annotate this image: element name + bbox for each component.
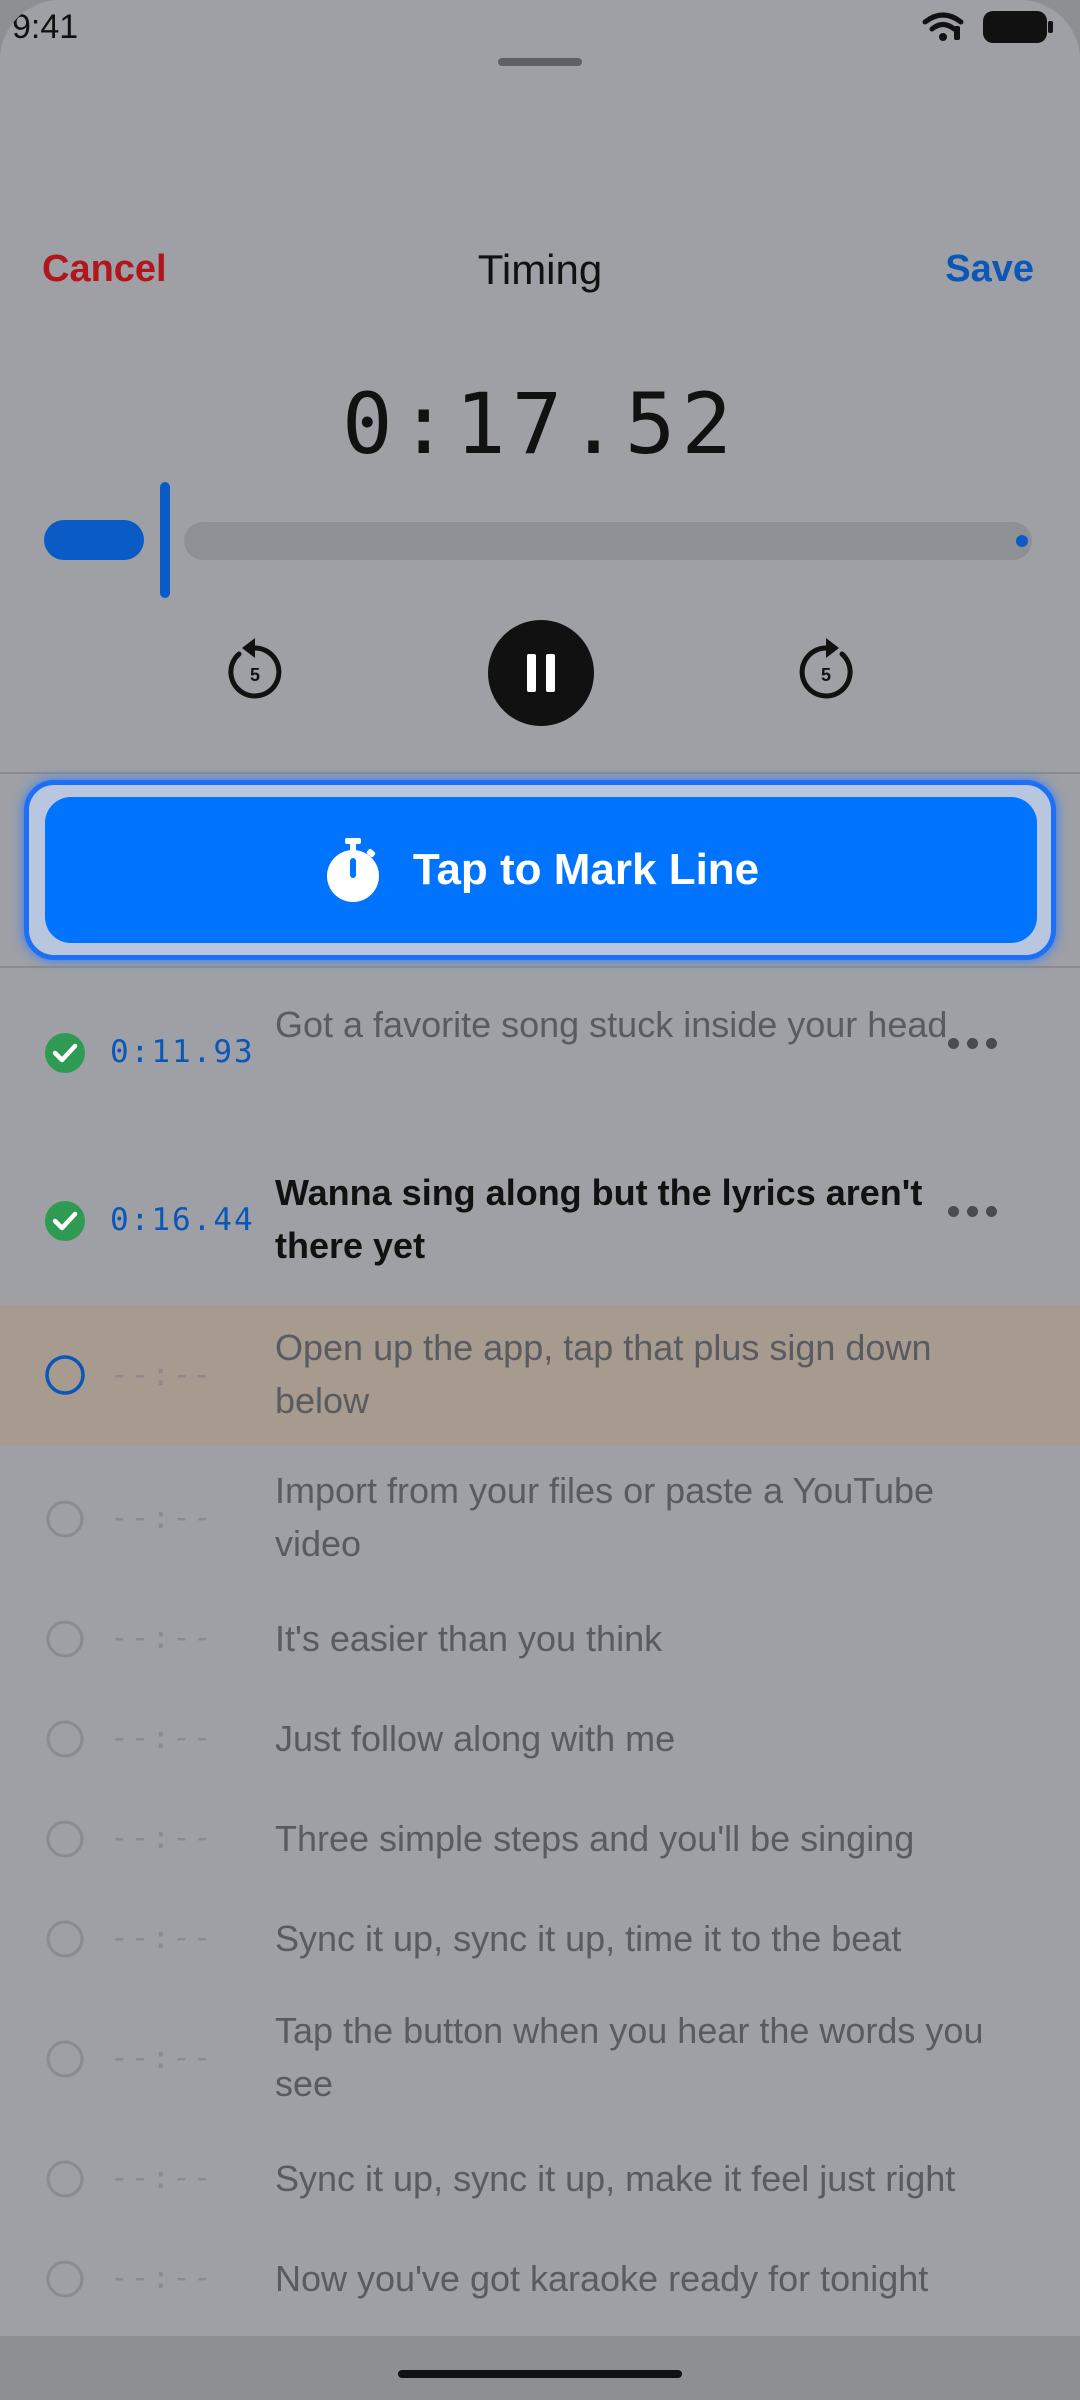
line-timestamp: --:-- xyxy=(110,2160,214,2196)
empty-circle-icon xyxy=(46,1500,84,1538)
pause-button[interactable] xyxy=(488,620,594,726)
screen: 9:41 Timing Cancel Save 0:17.52 5 5 Tap … xyxy=(0,0,1080,2400)
status-icons xyxy=(922,10,1054,44)
lyric-row[interactable]: --:-- Import from your files or paste a … xyxy=(0,1460,1080,1580)
home-indicator[interactable] xyxy=(398,2370,682,2378)
rewind-5-icon: 5 xyxy=(228,638,282,699)
line-timestamp: --:-- xyxy=(110,1920,214,1956)
checkmark-circle-icon xyxy=(45,1201,85,1241)
line-text: Sync it up, sync it up, time it to the b… xyxy=(275,1918,902,1959)
status-time: 9:41 xyxy=(12,8,79,46)
lyric-row[interactable]: --:-- Sync it up, sync it up, time it to… xyxy=(0,1910,1080,1970)
empty-circle-icon xyxy=(46,2040,84,2078)
line-text: Sync it up, sync it up, make it feel jus… xyxy=(275,2158,956,2199)
lyric-row[interactable]: 0:16.44 Wanna sing along but the lyrics … xyxy=(0,1158,1080,1283)
empty-circle-icon xyxy=(46,1720,84,1758)
scrubber-progress xyxy=(44,520,144,560)
line-timestamp: --:-- xyxy=(110,1357,214,1393)
lyric-row[interactable]: --:-- Sync it up, sync it up, make it fe… xyxy=(0,2150,1080,2210)
nav-bar: Timing Cancel Save xyxy=(0,240,1080,310)
stopwatch-icon xyxy=(326,838,379,902)
line-timestamp: --:-- xyxy=(110,1820,214,1856)
svg-text:5: 5 xyxy=(250,665,260,685)
lyric-row[interactable]: --:-- Now you've got karaoke ready for t… xyxy=(0,2250,1080,2310)
mark-line-label: Tap to Mark Line xyxy=(412,845,760,894)
line-text: Just follow along with me xyxy=(275,1718,676,1759)
save-button[interactable]: Save xyxy=(945,248,1034,291)
scrubber-track[interactable] xyxy=(184,522,1032,560)
empty-circle-icon xyxy=(46,2160,84,2198)
lyric-row[interactable]: 0:11.93 Got a favorite song stuck inside… xyxy=(0,990,1080,1115)
line-text: Got a favorite song stuck inside your he… xyxy=(275,1004,948,1045)
empty-circle-icon xyxy=(46,1620,84,1658)
empty-circle-icon xyxy=(46,1920,84,1958)
lyric-row[interactable]: --:-- It's easier than you think xyxy=(0,1610,1080,1670)
line-text: Import from your files or paste a YouTub… xyxy=(275,1470,935,1564)
divider-bottom xyxy=(0,966,1080,968)
mark-line-focus-ring: Tap to Mark Line xyxy=(24,780,1056,960)
line-text: It's easier than you think xyxy=(275,1618,663,1659)
svg-text:5: 5 xyxy=(821,665,831,685)
line-text: Tap the button when you hear the words y… xyxy=(275,2010,984,2104)
cancel-button[interactable]: Cancel xyxy=(42,248,167,291)
sheet-grabber[interactable] xyxy=(498,58,582,66)
wifi-icon xyxy=(922,12,964,41)
skip-back-button[interactable]: 5 xyxy=(215,632,295,712)
status-bar: 9:41 xyxy=(0,0,1080,60)
line-timestamp: --:-- xyxy=(110,1620,214,1656)
empty-circle-icon xyxy=(46,1820,84,1858)
home-area xyxy=(0,2336,1080,2400)
scrubber-playhead[interactable] xyxy=(160,482,170,598)
playback-controls: 5 5 xyxy=(0,620,1080,740)
line-timestamp: --:-- xyxy=(110,2260,214,2296)
mark-line-button[interactable]: Tap to Mark Line xyxy=(45,797,1037,943)
elapsed-time: 0:17.52 xyxy=(341,375,738,473)
line-timestamp: 0:16.44 xyxy=(110,1202,255,1238)
scrubber[interactable] xyxy=(44,480,1036,600)
checkmark-circle-icon xyxy=(45,1033,85,1073)
more-icon[interactable] xyxy=(948,1033,1008,1053)
forward-5-icon: 5 xyxy=(799,638,853,699)
line-timestamp: --:-- xyxy=(110,2040,214,2076)
line-text: Now you've got karaoke ready for tonight xyxy=(275,2258,929,2299)
line-text: Three simple steps and you'll be singing xyxy=(275,1818,915,1859)
empty-circle-icon xyxy=(46,2260,84,2298)
lyric-row[interactable]: --:-- Just follow along with me xyxy=(0,1710,1080,1770)
line-text: Open up the app, tap that plus sign down… xyxy=(275,1327,932,1421)
line-timestamp: 0:11.93 xyxy=(110,1034,255,1070)
line-timestamp: --:-- xyxy=(110,1500,214,1536)
lyric-row-current[interactable]: --:-- Open up the app, tap that plus sig… xyxy=(0,1305,1080,1445)
more-icon[interactable] xyxy=(948,1201,1008,1221)
divider-top xyxy=(0,772,1080,774)
scrubber-end-marker xyxy=(1016,535,1028,547)
empty-circle-icon xyxy=(45,1355,85,1395)
battery-icon xyxy=(983,11,1053,43)
line-timestamp: --:-- xyxy=(110,1720,214,1756)
lyric-row[interactable]: --:-- Tap the button when you hear the w… xyxy=(0,2000,1080,2120)
lyric-row[interactable]: --:-- Three simple steps and you'll be s… xyxy=(0,1810,1080,1870)
pause-icon xyxy=(527,654,555,692)
skip-forward-button[interactable]: 5 xyxy=(786,632,866,712)
line-text: Wanna sing along but the lyrics aren't t… xyxy=(275,1172,923,1266)
